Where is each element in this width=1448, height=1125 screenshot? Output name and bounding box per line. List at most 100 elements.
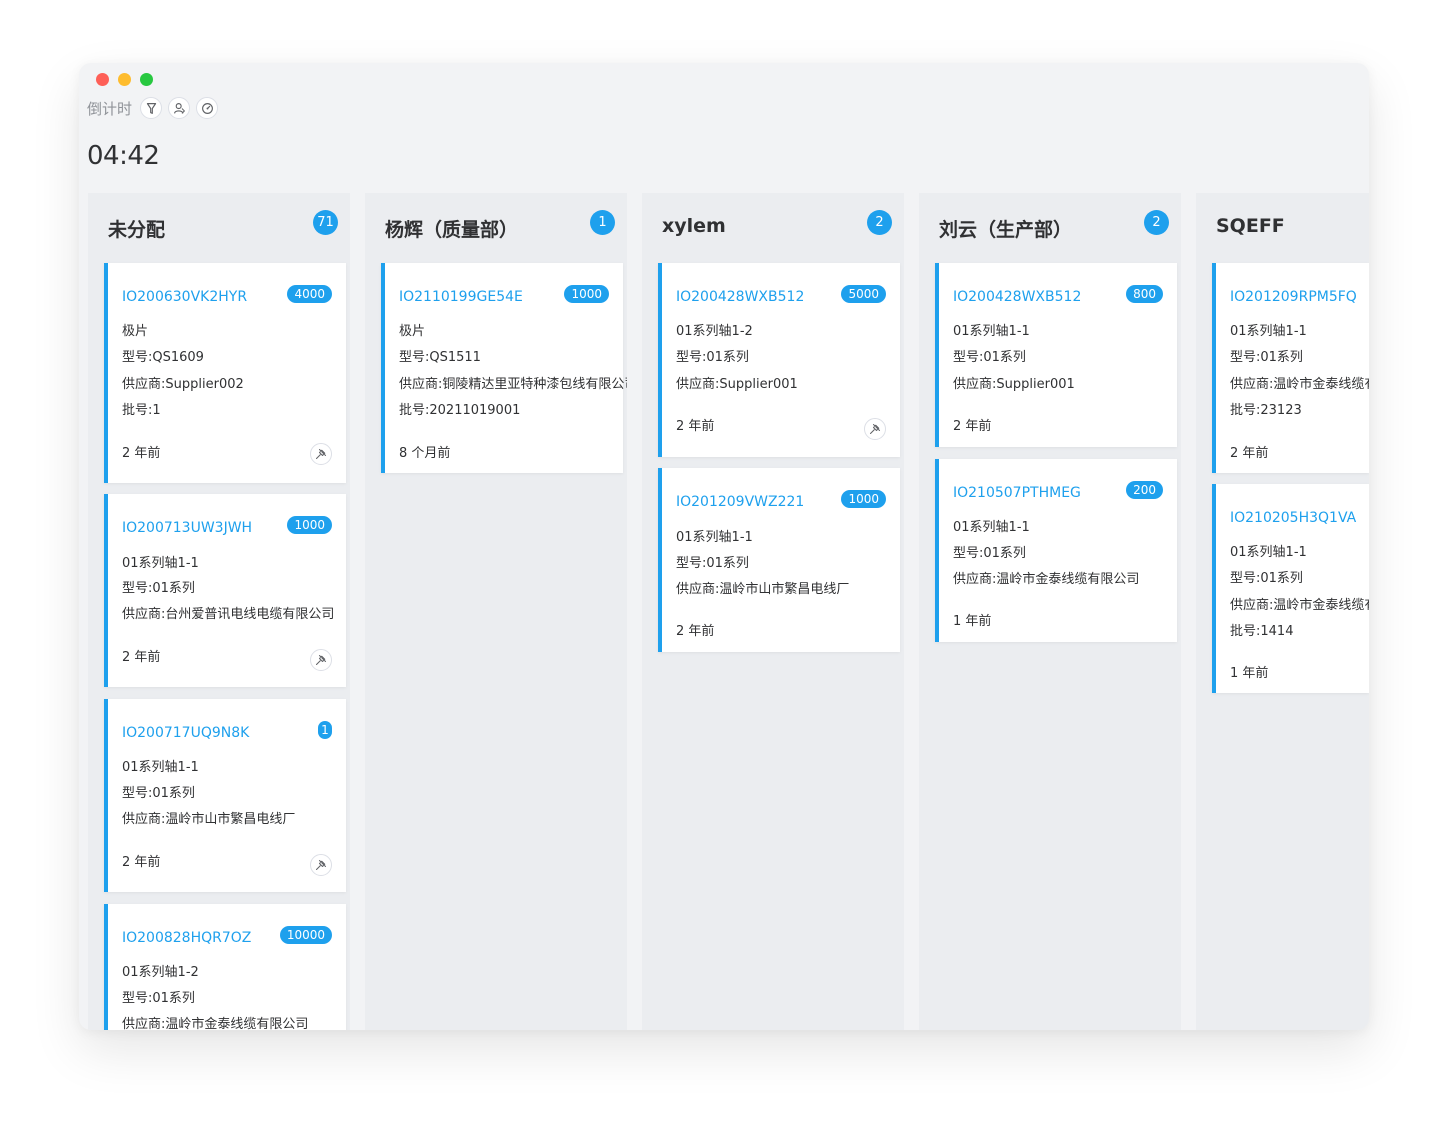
card-detail: 型号:01系列 (1230, 350, 1303, 365)
card-detail: 01系列轴1-1 (1230, 324, 1307, 339)
card-detail: 01系列轴1-1 (1230, 545, 1307, 560)
card-detail: 型号:QS1609 (122, 350, 204, 365)
card-detail: 极片 (399, 324, 426, 339)
column-header: 杨辉（质量部） 1 (365, 193, 627, 263)
column-xylem: xylem 2 IO200428WXB512 5000 01系列轴1-2 型号:… (642, 193, 904, 1030)
task-card[interactable]: IO201209VWZ221 1000 01系列轴1-1 型号:01系列 供应商… (658, 468, 900, 652)
card-detail: 供应商:Supplier001 (676, 377, 798, 392)
card-code[interactable]: IO210507PTHMEG (953, 485, 1081, 501)
card-detail: 供应商:Supplier001 (953, 377, 1075, 392)
column-liuyun: 刘云（生产部） 2 IO200428WXB512 800 01系列轴1-1 型号… (919, 193, 1181, 1030)
column-header: xylem 2 (642, 193, 904, 263)
quantity-badge: 1000 (287, 516, 332, 534)
task-card[interactable]: IO210205H3Q1VA 01系列轴1-1 型号:01系列 供应商:温岭市金… (1212, 484, 1369, 693)
toolbar: 倒计时 (87, 93, 219, 123)
column-count-badge: 2 (867, 210, 892, 235)
card-detail: 供应商:温岭市金泰线缆有限公司 (1230, 377, 1369, 392)
card-time: 1 年前 (953, 614, 992, 629)
card-detail: 批号:20211019001 (399, 403, 521, 418)
card-detail: 型号:01系列 (953, 350, 1026, 365)
countdown-label: 倒计时 (87, 99, 133, 118)
card-detail: 型号:01系列 (676, 350, 749, 365)
task-card[interactable]: IO2110199GE54E 1000 极片 型号:QS1511 供应商:铜陵精… (381, 263, 627, 473)
quantity-badge: 1000 (841, 490, 886, 508)
card-time: 2 年前 (1230, 446, 1269, 461)
pin-icon (315, 859, 327, 871)
column-count-badge: 71 (313, 210, 338, 235)
card-code[interactable]: IO200428WXB512 (676, 289, 804, 305)
user-swap-icon (173, 102, 185, 114)
card-code[interactable]: IO200717UQ9N8K (122, 725, 249, 741)
pin-icon (869, 423, 881, 435)
quantity-badge: 4000 (287, 285, 332, 303)
column-count-badge: 1 (590, 210, 615, 235)
column-title: 未分配 (108, 219, 166, 241)
card-detail: 01系列轴1-1 (953, 520, 1030, 535)
pin-button[interactable] (310, 854, 332, 876)
column-count-badge: 2 (1144, 210, 1169, 235)
quantity-badge: 800 (1126, 285, 1163, 303)
card-detail: 供应商:温岭市山市繁昌电线厂 (122, 812, 296, 827)
card-detail: 供应商:铜陵精达里亚特种漆包线有限公司 (399, 377, 627, 392)
maximize-window-button[interactable] (140, 73, 153, 86)
card-code[interactable]: IO210205H3Q1VA (1230, 510, 1356, 526)
card-code[interactable]: IO200630VK2HYR (122, 289, 247, 305)
card-detail: 批号:1414 (1230, 624, 1294, 639)
card-detail: 供应商:温岭市山市繁昌电线厂 (676, 582, 850, 597)
filter-icon (146, 102, 156, 114)
card-detail: 批号:23123 (1230, 403, 1302, 418)
dashboard-button[interactable] (196, 97, 219, 119)
kanban-board: 未分配 71 IO200630VK2HYR 4000 极片 型号:QS1609 … (79, 193, 1369, 1030)
pin-icon (315, 448, 327, 460)
filter-button[interactable] (140, 97, 163, 119)
card-code[interactable]: IO200713UW3JWH (122, 520, 252, 536)
task-card[interactable]: IO201209RPM5FQ 01系列轴1-1 型号:01系列 供应商:温岭市金… (1212, 263, 1369, 473)
card-detail: 供应商:台州爱普讯电线电缆有限公司 (122, 607, 335, 622)
column-title: SQEFF (1216, 215, 1285, 237)
card-code[interactable]: IO2110199GE54E (399, 289, 523, 305)
card-detail: 型号:01系列 (676, 556, 749, 571)
card-detail: 型号:QS1511 (399, 350, 481, 365)
task-card[interactable]: IO210507PTHMEG 200 01系列轴1-1 型号:01系列 供应商:… (935, 459, 1177, 642)
window-controls (96, 73, 153, 86)
pin-button[interactable] (864, 418, 886, 440)
task-card[interactable]: IO200717UQ9N8K 1 01系列轴1-1 型号:01系列 供应商:温岭… (104, 699, 346, 892)
close-window-button[interactable] (96, 73, 109, 86)
column-header: 未分配 71 (88, 193, 350, 263)
card-code[interactable]: IO200828HQR7OZ (122, 930, 251, 946)
dashboard-icon (201, 102, 213, 114)
card-code[interactable]: IO200428WXB512 (953, 289, 1081, 305)
card-detail: 批号:1 (122, 403, 161, 418)
card-detail: 01系列轴1-2 (122, 965, 199, 980)
card-time: 2 年前 (953, 419, 992, 434)
card-detail: 供应商:温岭市金泰线缆有限公司 (122, 1017, 309, 1030)
card-code[interactable]: IO201209VWZ221 (676, 494, 804, 510)
card-code[interactable]: IO201209RPM5FQ (1230, 289, 1357, 305)
quantity-badge: 200 (1126, 481, 1163, 499)
pin-icon (315, 654, 327, 666)
card-detail: 供应商:Supplier002 (122, 377, 244, 392)
quantity-badge: 1 (318, 721, 332, 739)
column-header: SQEFF (1196, 193, 1369, 263)
user-swap-button[interactable] (168, 97, 191, 119)
task-card[interactable]: IO200428WXB512 5000 01系列轴1-2 型号:01系列 供应商… (658, 263, 900, 457)
column-title: 刘云（生产部） (939, 219, 1073, 241)
pin-button[interactable] (310, 443, 332, 465)
pin-button[interactable] (310, 649, 332, 671)
task-card[interactable]: IO200630VK2HYR 4000 极片 型号:QS1609 供应商:Sup… (104, 263, 346, 483)
card-detail: 供应商:温岭市金泰线缆有限公司 (1230, 598, 1369, 613)
card-detail: 01系列轴1-1 (953, 324, 1030, 339)
card-detail: 型号:01系列 (953, 546, 1026, 561)
card-detail: 型号:01系列 (122, 786, 195, 801)
task-card[interactable]: IO200828HQR7OZ 10000 01系列轴1-2 型号:01系列 供应… (104, 904, 346, 1030)
card-detail: 01系列轴1-1 (122, 760, 199, 775)
countdown-timer: 04:42 (87, 141, 160, 171)
quantity-badge: 1000 (564, 285, 609, 303)
card-detail: 型号:01系列 (122, 991, 195, 1006)
task-card[interactable]: IO200713UW3JWH 1000 01系列轴1-1 型号:01系列 供应商… (104, 494, 346, 687)
column-yanghui: 杨辉（质量部） 1 IO2110199GE54E 1000 极片 型号:QS15… (365, 193, 627, 1030)
column-header: 刘云（生产部） 2 (919, 193, 1181, 263)
task-card[interactable]: IO200428WXB512 800 01系列轴1-1 型号:01系列 供应商:… (935, 263, 1177, 447)
minimize-window-button[interactable] (118, 73, 131, 86)
card-time: 2 年前 (122, 446, 161, 461)
